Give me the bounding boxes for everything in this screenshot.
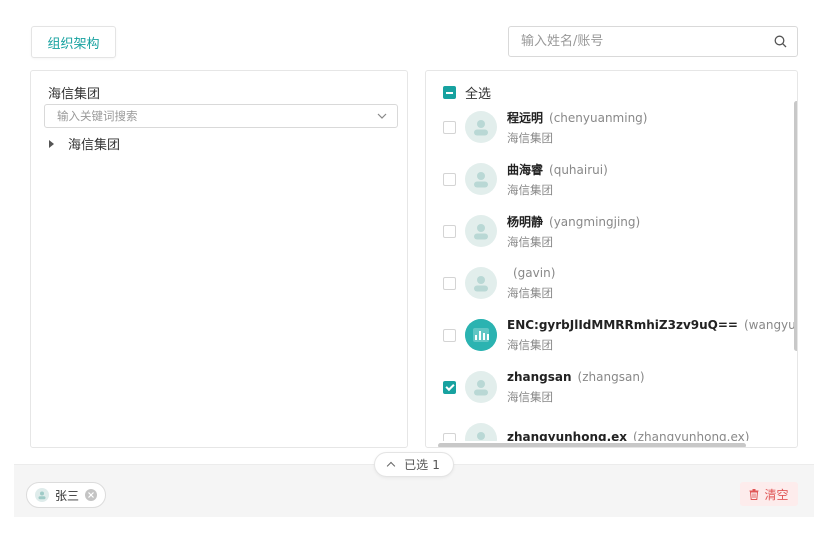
user-checkbox[interactable] [443,224,456,238]
avatar [465,163,497,195]
search-box[interactable] [508,26,798,57]
user-icon [474,224,488,240]
avatar [465,111,497,143]
user-dept: 海信集团 [507,182,553,197]
tree-node-root[interactable]: 海信集团 [48,134,120,153]
org-tree-panel: 海信集团 海信集团 [30,70,408,448]
user-icon [474,172,488,188]
search-icon[interactable] [773,35,787,49]
chevron-up-icon [386,461,396,471]
avatar [465,371,497,403]
user-row[interactable]: zhangsan (zhangsan) 海信集团 [443,361,794,413]
user-checkbox[interactable] [443,380,456,394]
org-title: 海信集团 [48,87,101,102]
user-icon [38,491,46,500]
user-icon [474,380,488,396]
user-checkbox[interactable] [443,120,456,134]
user-name: 杨明静 [507,214,544,229]
avatar [35,488,49,502]
user-checkbox[interactable] [443,432,456,441]
avatar [465,319,497,351]
user-checkbox[interactable] [443,276,456,290]
selected-toggle-button[interactable]: 已选 1 [374,452,454,477]
chip-label: 张三 [55,488,80,503]
user-row[interactable]: 程远明 (chenyuanming) 海信集团 [443,101,794,153]
user-name: zhangsan [507,369,572,384]
chevron-down-icon[interactable] [377,113,387,119]
user-icon [474,276,488,292]
tab-org-structure[interactable]: 组织架构 [31,26,116,58]
user-account: (yangmingjing) [549,214,641,229]
user-row[interactable]: ENC:gyrbJlIdMMRRmhiZ3zv9uQ== (wangyuans 海… [443,309,794,361]
avatar [465,215,497,247]
close-icon[interactable] [85,489,98,501]
user-list: 程远明 (chenyuanming) 海信集团 曲海睿 (quhairui) 海信集… [426,101,794,441]
user-name: zhangyunhong.ex [507,429,628,442]
keyword-search-select[interactable] [44,104,398,128]
select-all-label: 全选 [465,87,492,102]
user-account: (gavin) [513,265,556,280]
avatar [465,423,497,441]
select-all-checkbox[interactable] [443,86,456,99]
chart-avatar-icon [465,319,497,351]
vertical-scrollbar[interactable] [794,101,797,351]
user-list-panel: 全选 程远明 (chenyuanming) 海信集团 曲海睿 (quhairui) … [425,70,798,448]
tree-node-label: 海信集团 [68,138,121,153]
user-dept: 海信集团 [507,389,553,404]
user-account: (quhairui) [549,162,608,177]
select-all[interactable]: 全选 [443,83,491,102]
user-dept: 海信集团 [507,285,553,300]
user-checkbox[interactable] [443,328,456,342]
user-dept: 海信集团 [507,130,553,145]
trash-icon [749,488,759,500]
user-row[interactable]: (gavin) 海信集团 [443,257,794,309]
user-name: 程远明 [507,110,544,125]
clear-button[interactable]: 清空 [740,482,798,506]
user-dept: 海信集团 [507,234,553,249]
selected-label: 已选 [404,458,429,472]
user-account: (wangyuans [743,317,794,332]
user-row[interactable]: 杨明静 (yangmingjing) 海信集团 [443,205,794,257]
selected-count: 1 [432,457,440,472]
search-input[interactable] [521,34,773,49]
user-icon [477,432,485,440]
avatar [465,267,497,299]
user-account: (zhangyunhong.ex) [633,429,750,442]
user-row[interactable]: 曲海睿 (quhairui) 海信集团 [443,153,794,205]
horizontal-scrollbar[interactable] [438,443,746,447]
user-row[interactable]: zhangyunhong.ex (zhangyunhong.ex) [443,413,794,441]
user-checkbox[interactable] [443,172,456,186]
user-dept: 海信集团 [507,337,553,352]
keyword-search-input[interactable] [57,109,377,123]
user-name: ENC:gyrbJlIdMMRRmhiZ3zv9uQ== [507,317,738,332]
caret-right-icon[interactable] [49,139,54,148]
user-account: (zhangsan) [577,369,645,384]
selected-user-chip[interactable]: 张三 [26,482,107,508]
user-account: (chenyuanming) [549,110,648,125]
user-name: 曲海睿 [507,162,544,177]
clear-label: 清空 [764,487,789,502]
user-icon [474,120,488,136]
